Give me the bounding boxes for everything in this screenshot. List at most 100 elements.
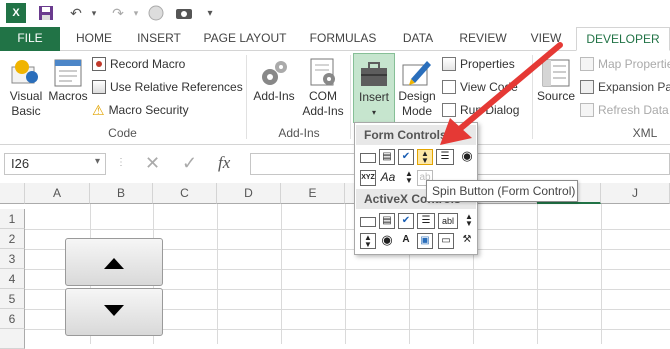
more-controls-icon[interactable]: ⚒	[459, 233, 475, 249]
refresh-data-button[interactable]: Refresh Data	[580, 100, 669, 120]
relative-references-icon	[92, 80, 106, 94]
map-properties-label: Map Properties	[598, 57, 670, 71]
group-separator	[350, 55, 351, 139]
com-add-ins-icon	[307, 57, 339, 89]
quick-access-toolbar: X ↶ ▾ ↷ ▾ ▾	[0, 0, 670, 27]
map-properties-button[interactable]: Map Properties	[580, 54, 670, 74]
tab-page-layout[interactable]: PAGE LAYOUT	[196, 27, 294, 51]
row-header-7	[0, 329, 25, 349]
tab-developer[interactable]: DEVELOPER	[576, 27, 670, 51]
spin-button-down[interactable]	[65, 288, 163, 336]
dots-icon: ⋮	[116, 157, 126, 168]
grid-line	[537, 204, 538, 344]
row-header-5[interactable]: 5	[0, 289, 25, 309]
relative-references-label: Use Relative References	[110, 80, 243, 94]
record-macro-label: Record Macro	[110, 57, 186, 71]
insert-controls-button[interactable]: Insert ▾	[353, 53, 395, 123]
record-macro-icon	[92, 57, 106, 71]
triangle-down-icon	[104, 305, 124, 316]
code-group-label: Code	[108, 126, 137, 140]
column-header-j[interactable]: J	[601, 183, 670, 204]
option-button-control-icon[interactable]: ◉	[459, 149, 475, 165]
gear-icon	[258, 57, 290, 89]
control-tooltip: Spin Button (Form Control)	[426, 180, 578, 202]
undo-icon[interactable]: ↶	[66, 3, 86, 23]
expansion-packs-button[interactable]: Expansion Packs	[580, 77, 670, 97]
refresh-data-label: Refresh Data	[598, 103, 669, 117]
tab-insert[interactable]: INSERT	[128, 27, 190, 51]
cancel-icon[interactable]: ✕	[145, 153, 160, 174]
list-box-control-icon[interactable]: ☰	[436, 149, 454, 165]
macros-icon	[52, 57, 84, 89]
column-header-b[interactable]: B	[90, 183, 153, 204]
grid-line	[345, 204, 346, 344]
grid-line	[217, 204, 218, 344]
visual-basic-icon	[10, 57, 42, 89]
use-relative-references-button[interactable]: Use Relative References	[92, 77, 243, 97]
combo-box-control-icon[interactable]: ▤	[379, 149, 395, 165]
activex-option-button-icon[interactable]: ◉	[379, 233, 395, 249]
checkbox-control-icon[interactable]: ✔	[398, 149, 414, 165]
select-all-corner[interactable]	[0, 183, 25, 204]
redo-icon[interactable]: ↷	[108, 3, 128, 23]
macro-security-button[interactable]: ⚠ Macro Security	[92, 100, 189, 120]
red-arrow-annotation	[440, 42, 563, 145]
xml-group-label: XML	[632, 126, 658, 140]
visual-basic-button[interactable]: Visual Basic	[4, 57, 48, 119]
macros-label: Macros	[48, 89, 88, 103]
spin-button-up[interactable]	[65, 238, 163, 286]
scroll-bar-control-icon[interactable]: ▲ ▼	[401, 170, 417, 186]
excel-logo-icon: X	[6, 3, 26, 23]
tab-home[interactable]: HOME	[66, 27, 122, 51]
insert-function-icon[interactable]: fx	[218, 153, 230, 173]
grid-line	[281, 204, 282, 344]
expansion-packs-label: Expansion Packs	[598, 80, 670, 94]
record-macro-button[interactable]: Record Macro	[92, 54, 185, 74]
name-box[interactable]: I26 ▾	[4, 153, 106, 175]
enter-icon[interactable]: ✓	[182, 153, 197, 174]
label-control-icon[interactable]: Aa	[379, 170, 397, 186]
row-header-1[interactable]: 1	[0, 209, 25, 229]
group-separator	[246, 55, 247, 139]
spin-button-control-icon[interactable]: ▲ ▼	[417, 149, 433, 165]
camera-icon[interactable]	[174, 3, 194, 23]
row-header-4[interactable]: 4	[0, 269, 25, 289]
column-header-a[interactable]: A	[25, 183, 90, 204]
column-header-e[interactable]: E	[281, 183, 345, 204]
save-icon[interactable]	[36, 3, 56, 23]
expansion-packs-icon	[580, 80, 594, 94]
button-control-icon[interactable]	[360, 153, 376, 163]
activex-label-icon[interactable]: A	[398, 233, 414, 249]
row-header-2[interactable]: 2	[0, 229, 25, 249]
activex-toggle-button-icon[interactable]: ▭	[438, 233, 454, 249]
macros-button[interactable]: Macros	[46, 57, 90, 104]
activex-text-box-icon[interactable]: abl	[438, 213, 458, 229]
activex-combo-box-icon[interactable]: ▤	[379, 213, 395, 229]
add-ins-button[interactable]: Add-Ins	[250, 57, 298, 104]
customize-icon[interactable]: ▾	[200, 3, 220, 23]
group-box-control-icon[interactable]: XYZ	[360, 170, 376, 186]
touch-mode-icon[interactable]	[146, 3, 166, 23]
activex-scroll-bar-icon[interactable]: ▲ ▼	[461, 213, 477, 229]
toolbox-icon	[358, 58, 390, 90]
activex-list-box-icon[interactable]: ☰	[417, 213, 435, 229]
add-ins-group-label: Add-Ins	[278, 126, 320, 140]
activex-checkbox-icon[interactable]: ✔	[398, 213, 414, 229]
undo-dropdown-icon[interactable]: ▾	[84, 3, 104, 23]
column-header-c[interactable]: C	[153, 183, 217, 204]
com-add-ins-button[interactable]: COM Add-Ins	[298, 57, 348, 119]
row-header-6[interactable]: 6	[0, 309, 25, 329]
column-header-d[interactable]: D	[217, 183, 281, 204]
redo-dropdown-icon[interactable]: ▾	[126, 3, 146, 23]
macro-security-label: Macro Security	[108, 103, 189, 117]
row-header-3[interactable]: 3	[0, 249, 25, 269]
grid-line	[601, 204, 602, 344]
tab-formulas[interactable]: FORMULAS	[300, 27, 386, 51]
chevron-down-icon: ▾	[371, 108, 376, 117]
activex-spin-button-icon[interactable]: ▲ ▼	[360, 233, 376, 249]
warning-icon: ⚠	[92, 102, 105, 118]
worksheet-grid[interactable]: A B C D E F G H I J 1 2 3 4 5 6	[0, 183, 670, 349]
activex-image-icon[interactable]: ▣	[417, 233, 433, 249]
tab-file[interactable]: FILE	[0, 27, 60, 51]
activex-button-icon[interactable]	[360, 217, 376, 227]
